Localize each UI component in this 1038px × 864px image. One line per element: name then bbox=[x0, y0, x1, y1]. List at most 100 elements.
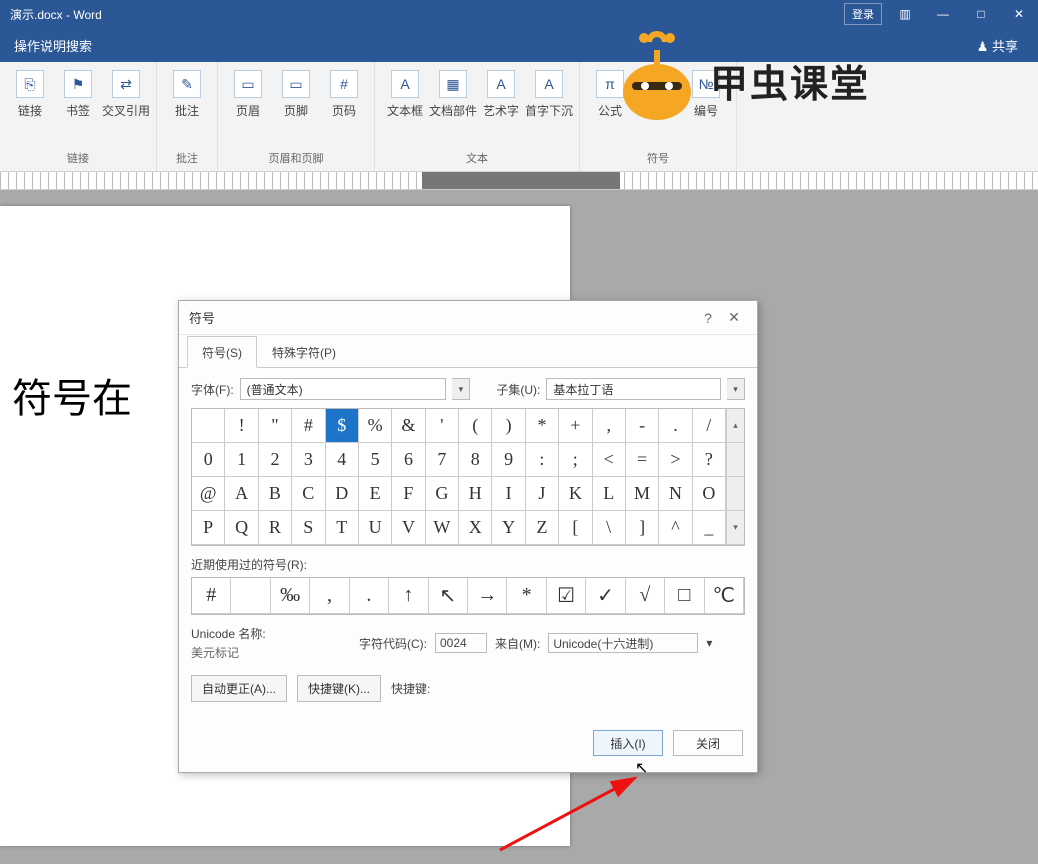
symbol-cell[interactable]: 4 bbox=[326, 443, 359, 477]
symbol-cell[interactable] bbox=[192, 409, 225, 443]
symbol-cell[interactable]: & bbox=[392, 409, 425, 443]
recent-symbol-cell[interactable]: . bbox=[350, 578, 389, 614]
symbol-cell[interactable]: 2 bbox=[259, 443, 292, 477]
symbol-cell[interactable]: S bbox=[292, 511, 325, 545]
dialog-close-button[interactable]: ✕ bbox=[721, 309, 747, 326]
symbol-cell[interactable]: 0 bbox=[192, 443, 225, 477]
symbol-cell[interactable]: - bbox=[626, 409, 659, 443]
ribbon-批注[interactable]: ✎批注 bbox=[163, 66, 211, 118]
symbol-cell[interactable]: U bbox=[359, 511, 392, 545]
ribbon-艺术字[interactable]: A艺术字 bbox=[477, 66, 525, 118]
symbol-cell[interactable]: C bbox=[292, 477, 325, 511]
symbol-cell[interactable]: 1 bbox=[225, 443, 258, 477]
symbol-cell[interactable]: O bbox=[693, 477, 726, 511]
symbol-cell[interactable]: 8 bbox=[459, 443, 492, 477]
recent-symbol-cell[interactable]: ✓ bbox=[586, 578, 625, 614]
symbol-cell[interactable]: V bbox=[392, 511, 425, 545]
symbol-cell[interactable]: X bbox=[459, 511, 492, 545]
symbol-cell[interactable]: 9 bbox=[492, 443, 525, 477]
tab-special-chars[interactable]: 特殊字符(P) bbox=[257, 336, 351, 368]
recent-symbol-cell[interactable]: * bbox=[507, 578, 546, 614]
symbol-cell[interactable]: 3 bbox=[292, 443, 325, 477]
recent-symbol-cell[interactable]: ☑ bbox=[547, 578, 586, 614]
from-select[interactable]: Unicode(十六进制) bbox=[548, 633, 698, 653]
recent-symbol-cell[interactable]: □ bbox=[665, 578, 704, 614]
recent-symbol-cell[interactable]: , bbox=[310, 578, 349, 614]
symbol-cell[interactable]: 5 bbox=[359, 443, 392, 477]
symbol-cell[interactable]: N bbox=[659, 477, 692, 511]
symbol-cell[interactable]: > bbox=[659, 443, 692, 477]
insert-button[interactable]: 插入(I) bbox=[593, 730, 663, 756]
document-text[interactable]: 符号在 bbox=[12, 366, 132, 424]
symbol-cell[interactable]: ! bbox=[225, 409, 258, 443]
ribbon-首字下沉[interactable]: A首字下沉 bbox=[525, 66, 573, 118]
symbol-cell[interactable]: ; bbox=[559, 443, 592, 477]
symbol-cell[interactable]: K bbox=[559, 477, 592, 511]
symbol-cell[interactable]: 7 bbox=[426, 443, 459, 477]
symbol-cell[interactable]: T bbox=[326, 511, 359, 545]
symbol-cell[interactable]: J bbox=[526, 477, 559, 511]
symbol-cell[interactable]: W bbox=[426, 511, 459, 545]
recent-symbol-cell[interactable] bbox=[231, 578, 270, 614]
recent-symbol-cell[interactable]: √ bbox=[626, 578, 665, 614]
char-code-input[interactable]: 0024 bbox=[435, 633, 487, 653]
ribbon-交叉引用[interactable]: ⇄交叉引用 bbox=[102, 66, 150, 118]
symbol-cell[interactable]: D bbox=[326, 477, 359, 511]
symbol-cell[interactable]: E bbox=[359, 477, 392, 511]
login-button[interactable]: 登录 bbox=[844, 3, 882, 25]
maximize-button[interactable]: □ bbox=[962, 0, 1000, 28]
symbol-cell[interactable]: 6 bbox=[392, 443, 425, 477]
recent-symbol-cell[interactable]: ‰ bbox=[271, 578, 310, 614]
symbol-cell[interactable]: L bbox=[593, 477, 626, 511]
symbol-cell[interactable]: B bbox=[259, 477, 292, 511]
symbol-cell[interactable]: # bbox=[292, 409, 325, 443]
symbol-cell[interactable]: A bbox=[225, 477, 258, 511]
recent-symbol-cell[interactable]: # bbox=[192, 578, 231, 614]
symbol-cell[interactable]: ) bbox=[492, 409, 525, 443]
symbol-cell[interactable]: P bbox=[192, 511, 225, 545]
symbol-cell[interactable]: Q bbox=[225, 511, 258, 545]
symbol-cell[interactable]: . bbox=[659, 409, 692, 443]
autocorrect-button[interactable]: 自动更正(A)... bbox=[191, 675, 287, 702]
symbol-cell[interactable]: + bbox=[559, 409, 592, 443]
symbol-cell[interactable]: ^ bbox=[659, 511, 692, 545]
symbol-cell[interactable]: , bbox=[593, 409, 626, 443]
share-button[interactable]: ♟ 共享 bbox=[977, 36, 1018, 55]
symbol-cell[interactable]: [ bbox=[559, 511, 592, 545]
symbol-cell[interactable]: = bbox=[626, 443, 659, 477]
font-dropdown-icon[interactable]: ▾ bbox=[452, 378, 470, 400]
ribbon-文本框[interactable]: A文本框 bbox=[381, 66, 429, 118]
ribbon-文档部件[interactable]: ▦文档部件 bbox=[429, 66, 477, 118]
symbol-cell[interactable]: * bbox=[526, 409, 559, 443]
symbol-cell[interactable]: \ bbox=[593, 511, 626, 545]
ribbon-页眉[interactable]: ▭页眉 bbox=[224, 66, 272, 118]
symbol-cell[interactable]: % bbox=[359, 409, 392, 443]
recent-symbol-cell[interactable]: → bbox=[468, 578, 507, 614]
minimize-button[interactable]: — bbox=[924, 0, 962, 28]
symbol-cell[interactable]: ' bbox=[426, 409, 459, 443]
symbol-cell[interactable]: / bbox=[693, 409, 726, 443]
ribbon-options-button[interactable]: ▥ bbox=[886, 0, 924, 28]
symbol-cell[interactable]: $ bbox=[326, 409, 359, 443]
close-dialog-button[interactable]: 关闭 bbox=[673, 730, 743, 756]
symbol-cell[interactable]: G bbox=[426, 477, 459, 511]
subset-select[interactable]: 基本拉丁语 bbox=[546, 378, 721, 400]
tell-me-input[interactable]: 操作说明搜索 bbox=[14, 36, 92, 55]
symbol-cell[interactable]: < bbox=[593, 443, 626, 477]
symbol-cell[interactable]: ( bbox=[459, 409, 492, 443]
help-button[interactable]: ? bbox=[695, 310, 721, 326]
subset-dropdown-icon[interactable]: ▾ bbox=[727, 378, 745, 400]
symbol-cell[interactable]: ] bbox=[626, 511, 659, 545]
shortcut-key-button[interactable]: 快捷键(K)... bbox=[297, 675, 381, 702]
symbol-cell[interactable]: I bbox=[492, 477, 525, 511]
symbol-cell[interactable]: : bbox=[526, 443, 559, 477]
ribbon-页脚[interactable]: ▭页脚 bbox=[272, 66, 320, 118]
symbol-cell[interactable]: R bbox=[259, 511, 292, 545]
symbol-cell[interactable]: Y bbox=[492, 511, 525, 545]
symbol-cell[interactable]: Z bbox=[526, 511, 559, 545]
recent-symbol-cell[interactable]: ↑ bbox=[389, 578, 428, 614]
close-button[interactable]: ✕ bbox=[1000, 0, 1038, 28]
tab-symbols[interactable]: 符号(S) bbox=[187, 336, 257, 368]
ribbon-页码[interactable]: #页码 bbox=[320, 66, 368, 118]
symbol-cell[interactable]: @ bbox=[192, 477, 225, 511]
